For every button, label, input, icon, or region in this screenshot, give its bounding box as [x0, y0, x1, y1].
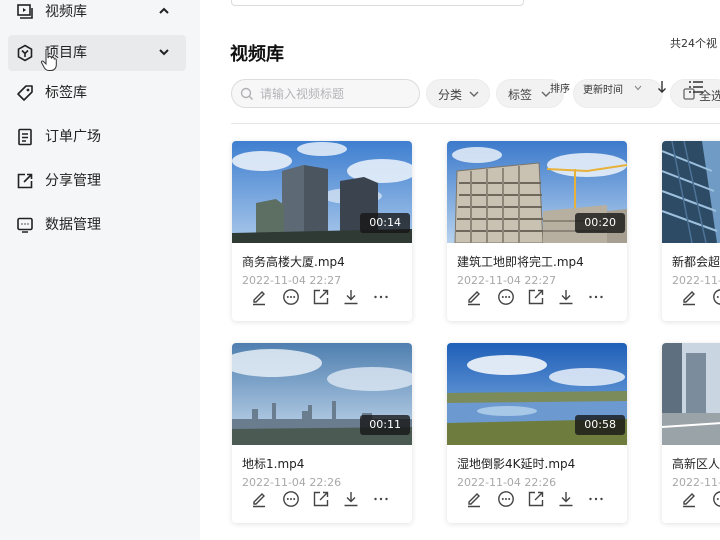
duration-badge: 00:58: [575, 415, 625, 435]
video-title: 高新区人: [672, 457, 720, 471]
search-box[interactable]: [231, 79, 420, 108]
edit-icon[interactable]: [680, 288, 698, 306]
video-library-icon: [17, 4, 33, 19]
sort-select[interactable]: 更新时间: [573, 79, 663, 108]
video-thumbnail[interactable]: 00:14: [232, 141, 412, 243]
duration-badge: 00:11: [360, 415, 410, 435]
page-title: 视频库: [230, 44, 284, 65]
video-card[interactable]: 00:58 湿地倒影4K延时.mp4 2022-11-04 22:26: [447, 343, 627, 523]
sidebar-item-label: 标签库: [45, 85, 87, 101]
video-date: 2022-11-04 22:26: [457, 476, 557, 489]
tag-filter-label: 标签: [508, 88, 533, 102]
project-icon: [17, 44, 33, 62]
category-filter[interactable]: 分类: [426, 79, 490, 108]
share-icon[interactable]: [527, 288, 545, 306]
sort-label: 排序: [550, 84, 570, 95]
chevron-up-icon[interactable]: [158, 5, 170, 17]
video-date: 2022-11-04 22:26: [242, 476, 342, 489]
comment-icon[interactable]: [497, 490, 515, 508]
comment-icon[interactable]: [282, 490, 300, 508]
video-thumbnail[interactable]: 00:20: [447, 141, 627, 243]
video-card[interactable]: 00:14 商务高楼大厦.mp4 2022-11-04 22:27: [232, 141, 412, 321]
order-icon: [18, 128, 32, 146]
chevron-down-icon: [469, 91, 479, 97]
comment-icon[interactable]: [497, 288, 515, 306]
sidebar-item-label: 分享管理: [45, 173, 101, 189]
share-icon: [17, 173, 33, 189]
download-icon[interactable]: [342, 288, 360, 306]
search-icon: [240, 87, 253, 100]
video-card[interactable]: 00:20 建筑工地即将完工.mp4 2022-11-04 22:27: [447, 141, 627, 321]
sidebar-item-tags[interactable]: 标签库: [8, 75, 186, 111]
video-date: 2022-11-04 22:27: [457, 274, 557, 287]
sidebar-item-order-square[interactable]: 订单广场: [8, 119, 186, 155]
sidebar: 视频库 项目库 标签库 订单广场 分享管理 数据管理: [0, 0, 200, 540]
comment-icon[interactable]: [712, 490, 720, 508]
sort-value: 更新时间: [583, 85, 623, 96]
video-title: 建筑工地即将完工.mp4: [457, 255, 584, 269]
edit-icon[interactable]: [465, 288, 483, 306]
edit-icon[interactable]: [465, 490, 483, 508]
video-title: 新都会超: [672, 255, 720, 269]
video-card[interactable]: 高新区人 2022-11-04 22:26: [662, 343, 720, 523]
edit-icon[interactable]: [250, 288, 268, 306]
video-card[interactable]: 00:11 地标1.mp4 2022-11-04 22:26: [232, 343, 412, 523]
share-icon[interactable]: [312, 490, 330, 508]
video-title: 商务高楼大厦.mp4: [242, 255, 345, 269]
edit-icon[interactable]: [250, 490, 268, 508]
sidebar-item-label: 数据管理: [45, 217, 101, 233]
sidebar-item-projects[interactable]: 项目库: [8, 35, 186, 71]
video-thumbnail[interactable]: 00:11: [232, 343, 412, 445]
tag-icon: [17, 85, 33, 101]
category-filter-label: 分类: [438, 88, 463, 102]
hand-cursor-icon: [40, 48, 57, 71]
video-date: 2022-11-04 22:27: [242, 274, 342, 287]
list-view-icon[interactable]: [688, 80, 704, 94]
download-icon[interactable]: [557, 288, 575, 306]
main-content: 视频库 共24个视 分类 标签 全选 更新时间 排序: [200, 0, 720, 540]
sidebar-item-label: 订单广场: [45, 129, 101, 145]
divider: [231, 123, 720, 124]
search-input[interactable]: [260, 84, 410, 104]
video-thumbnail[interactable]: 00:58: [447, 343, 627, 445]
sidebar-item-share-management[interactable]: 分享管理: [8, 163, 186, 199]
sidebar-item-data-management[interactable]: 数据管理: [8, 207, 186, 243]
chevron-down-icon[interactable]: [158, 46, 170, 58]
video-card[interactable]: 新都会超 2022-11-04 22:27: [662, 141, 720, 321]
duration-badge: 00:14: [360, 213, 410, 233]
video-thumbnail[interactable]: [662, 141, 720, 243]
video-date: 2022-11-04 22:26: [672, 476, 720, 489]
video-thumbnail[interactable]: [662, 343, 720, 445]
download-icon[interactable]: [557, 490, 575, 508]
chevron-down-icon: [634, 85, 642, 91]
share-icon[interactable]: [312, 288, 330, 306]
sidebar-item-video-library[interactable]: 视频库: [8, 0, 186, 30]
duration-badge: 00:20: [575, 213, 625, 233]
sidebar-item-label: 视频库: [45, 4, 87, 20]
share-icon[interactable]: [527, 490, 545, 508]
comment-icon[interactable]: [282, 288, 300, 306]
more-icon[interactable]: [587, 288, 605, 306]
more-icon[interactable]: [372, 490, 390, 508]
sort-descending-icon[interactable]: [656, 80, 668, 94]
comment-icon[interactable]: [712, 288, 720, 306]
more-icon[interactable]: [587, 490, 605, 508]
download-icon[interactable]: [342, 490, 360, 508]
video-title: 地标1.mp4: [242, 457, 305, 471]
video-title: 湿地倒影4K延时.mp4: [457, 457, 576, 471]
more-icon[interactable]: [372, 288, 390, 306]
edit-icon[interactable]: [680, 490, 698, 508]
data-icon: [17, 217, 33, 233]
video-date: 2022-11-04 22:27: [672, 274, 720, 287]
top-input-box[interactable]: [231, 0, 524, 6]
total-count: 共24个视: [670, 37, 717, 50]
